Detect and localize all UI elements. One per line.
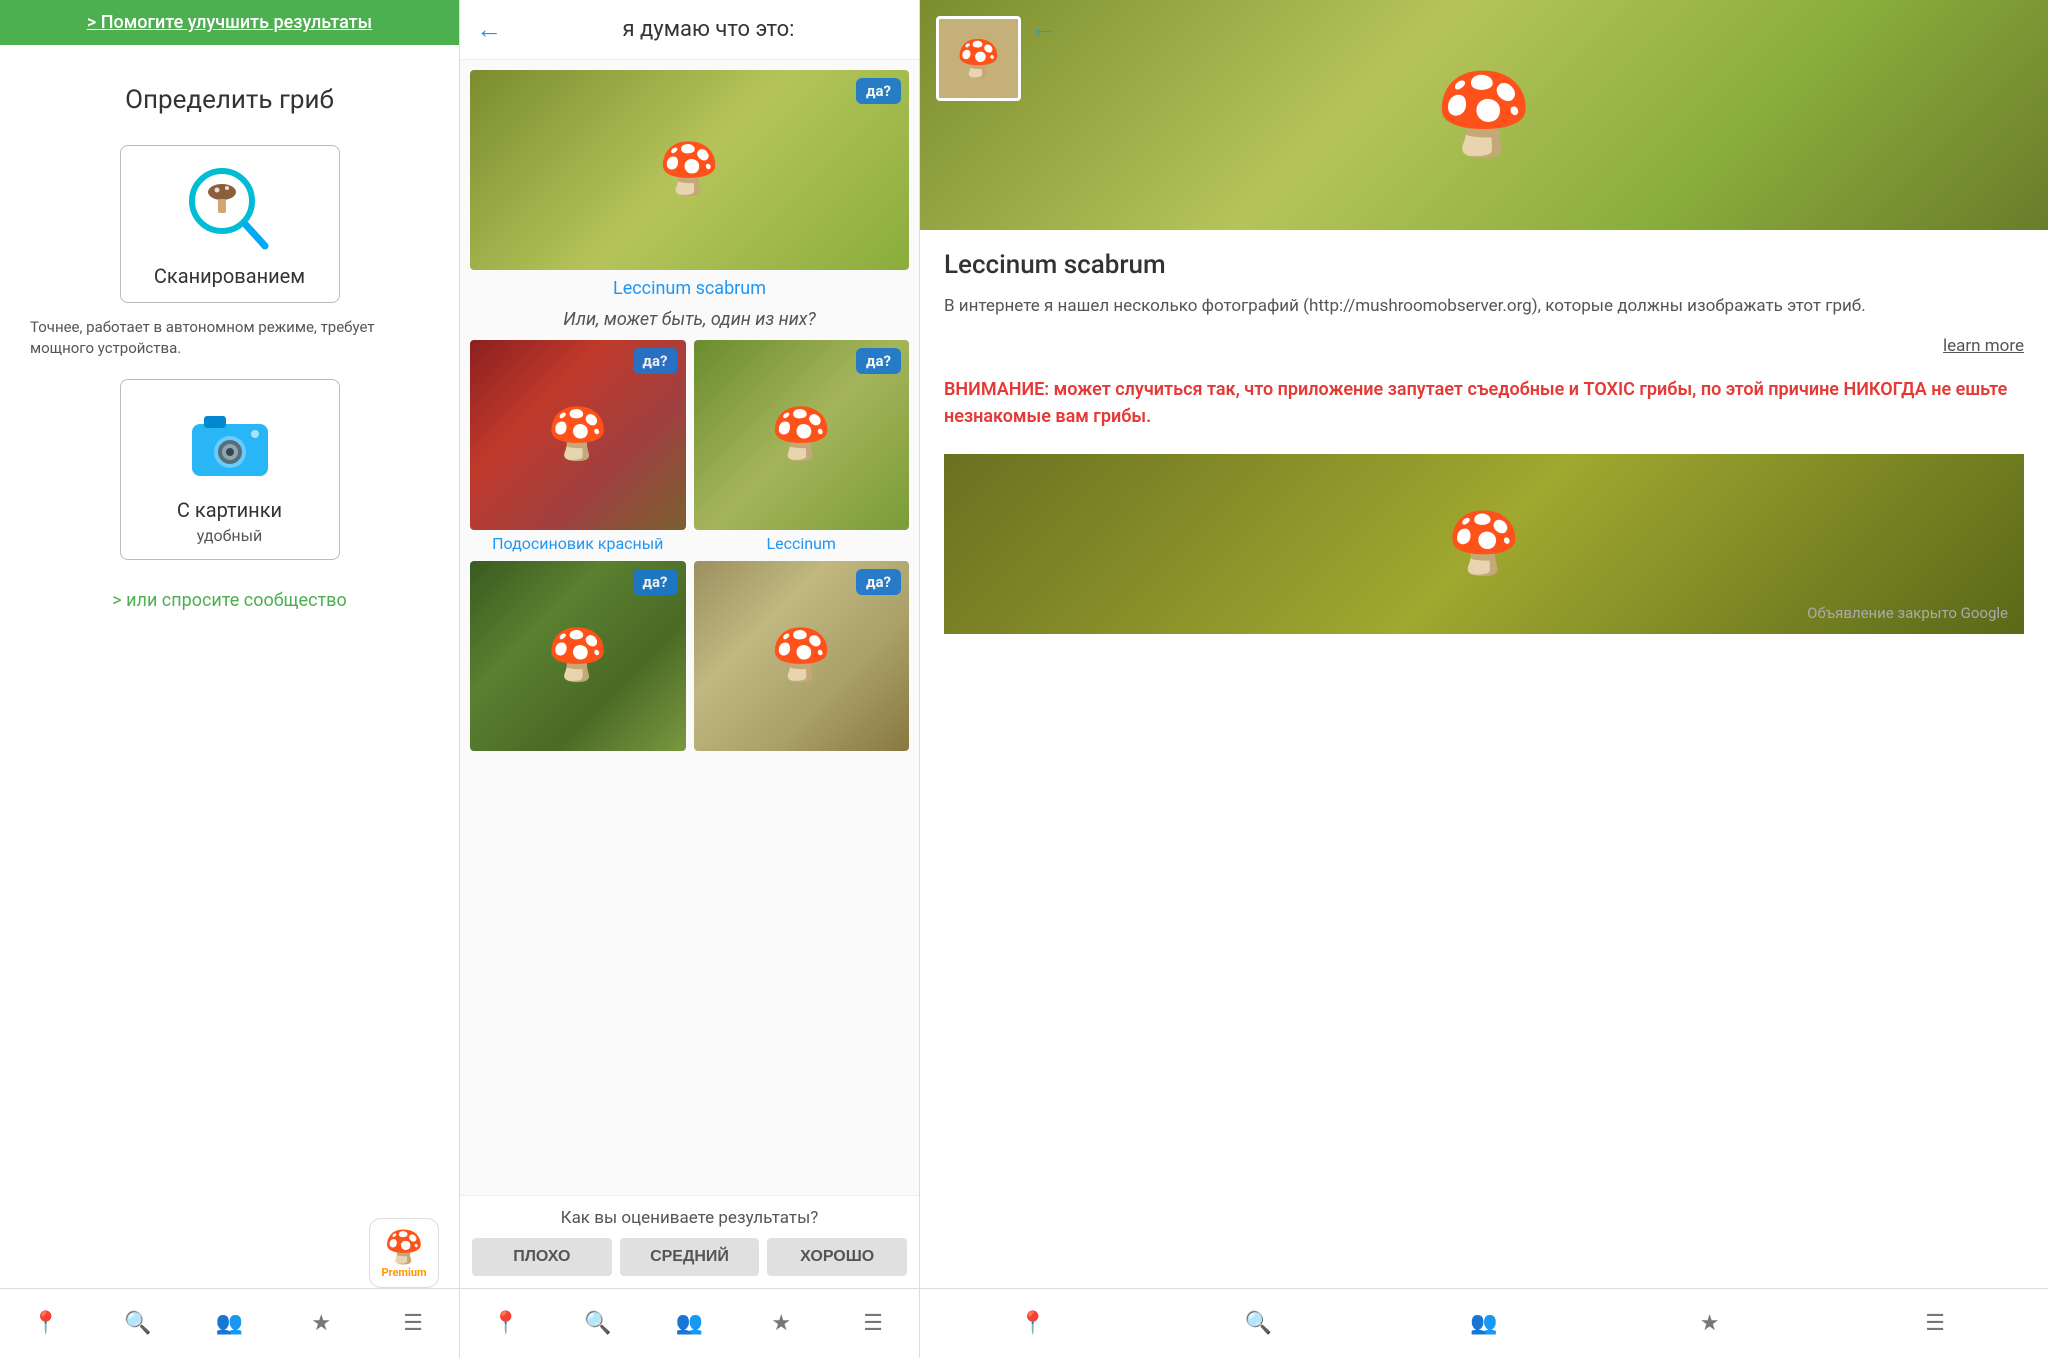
right-nav-community[interactable]: 👥 [1371,1289,1597,1358]
premium-mushroom-icon: 🍄 [384,1228,424,1266]
camera-icon [190,410,270,480]
rating-section: Как вы оцениваете результаты? ПЛОХО СРЕД… [460,1195,919,1288]
left-content: Определить гриб Сканированием [0,45,459,1288]
right-panel: 🍄 🍄 ← Leccinum scabrum В интернете я наш… [920,0,2048,1358]
middle-bottom-nav: 📍 🔍 👥 ★ ☰ [460,1288,919,1358]
right-moss-bg: 🍄 [920,0,2048,230]
ad-image-area: 🍄 Объявление закрыто Google [944,454,2024,634]
improve-results-link[interactable]: > Помогите улучшить результаты [87,12,372,33]
middle-nav-location[interactable]: 📍 [460,1289,552,1358]
right-thumbnail[interactable]: 🍄 [936,16,1021,101]
alt-result-3[interactable]: 🍄 да? [470,561,686,751]
middle-nav-search[interactable]: 🔍 [552,1289,644,1358]
camera-option-card[interactable]: С картинки удобный [120,379,340,560]
scan-label: Сканированием [154,264,305,288]
nav-favorites[interactable]: ★ [275,1289,367,1358]
main-result-name[interactable]: Leccinum scabrum [470,278,909,299]
top-banner[interactable]: > Помогите улучшить результаты [0,0,459,45]
scan-option-card[interactable]: Сканированием [120,145,340,303]
middle-nav-favorites[interactable]: ★ [735,1289,827,1358]
alt-name-2: Leccinum [694,534,910,553]
alt-result-2[interactable]: 🍄 да? Leccinum [694,340,910,553]
alt-result-1[interactable]: 🍄 да? Подосиновик красный [470,340,686,553]
left-bottom-nav: 📍 🔍 👥 ★ ☰ [0,1288,459,1358]
right-nav-favorites[interactable]: ★ [1597,1289,1823,1358]
main-yes-badge[interactable]: да? [856,78,901,104]
alternatives-grid-bottom: 🍄 да? 🍄 да? [470,561,909,751]
rating-bad-button[interactable]: ПЛОХО [472,1238,612,1276]
right-bottom-nav: 📍 🔍 👥 ★ ☰ [920,1288,2048,1358]
camera-label: С картинки [177,498,282,522]
rating-medium-button[interactable]: СРЕДНИЙ [620,1238,760,1276]
right-nav-menu[interactable]: ☰ [1822,1289,2048,1358]
rating-question: Как вы оцениваете результаты? [472,1208,907,1228]
right-content: Leccinum scabrum В интернете я нашел нес… [920,230,2048,1288]
scan-icon [187,166,272,256]
scan-icon-area [185,166,275,256]
premium-label: Premium [381,1266,426,1279]
alt-name-1: Подосиновик красный [470,534,686,553]
middle-title: я думаю что это: [514,17,903,42]
alt-yes-2[interactable]: да? [856,348,901,374]
species-title: Leccinum scabrum [944,250,2024,280]
ad-image-icon: 🍄 [1447,508,1522,579]
camera-icon-area [185,400,275,490]
or-alternatives-text: Или, может быть, один из них? [470,309,909,330]
rating-buttons: ПЛОХО СРЕДНИЙ ХОРОШО [472,1238,907,1276]
main-result[interactable]: 🍄 да? [470,70,909,270]
alt-yes-3[interactable]: да? [633,569,678,595]
premium-badge[interactable]: 🍄 Premium [369,1218,439,1288]
warning-text: ВНИМАНИЕ: может случиться так, что прило… [944,376,2024,430]
nav-location[interactable]: 📍 [0,1289,92,1358]
species-description: В интернете я нашел несколько фотографий… [944,294,2024,320]
middle-nav-community[interactable]: 👥 [644,1289,736,1358]
nav-menu[interactable]: ☰ [367,1289,459,1358]
right-nav-location[interactable]: 📍 [920,1289,1146,1358]
right-back-button[interactable]: ← [1030,12,1056,43]
middle-nav-menu[interactable]: ☰ [827,1289,919,1358]
right-top-image: 🍄 🍄 ← [920,0,2048,230]
page-title: Определить гриб [125,85,334,115]
community-link[interactable]: > или спросите сообщество [112,590,346,611]
nav-community[interactable]: 👥 [184,1289,276,1358]
rating-good-button[interactable]: ХОРОШО [767,1238,907,1276]
results-scroll: 🍄 да? Leccinum scabrum Или, может быть, … [460,60,919,1195]
right-nav-search[interactable]: 🔍 [1146,1289,1372,1358]
alternatives-grid-top: 🍄 да? Подосиновик красный 🍄 да? Leccinum [470,340,909,553]
ad-label: Объявление закрыто Google [1807,604,2008,622]
learn-more-link[interactable]: learn more [944,336,2024,356]
scan-note: Точнее, работает в автономном режиме, тр… [20,317,439,359]
main-result-photo: 🍄 [470,70,909,270]
alt-result-4[interactable]: 🍄 да? [694,561,910,751]
middle-header: ← я думаю что это: [460,0,919,60]
camera-sublabel: удобный [197,526,263,545]
alt-yes-1[interactable]: да? [633,348,678,374]
left-panel: > Помогите улучшить результаты Определит… [0,0,460,1358]
alt-yes-4[interactable]: да? [856,569,901,595]
nav-search[interactable]: 🔍 [92,1289,184,1358]
back-button[interactable]: ← [476,14,502,45]
middle-panel: ← я думаю что это: 🍄 да? Leccinum scabru… [460,0,920,1358]
